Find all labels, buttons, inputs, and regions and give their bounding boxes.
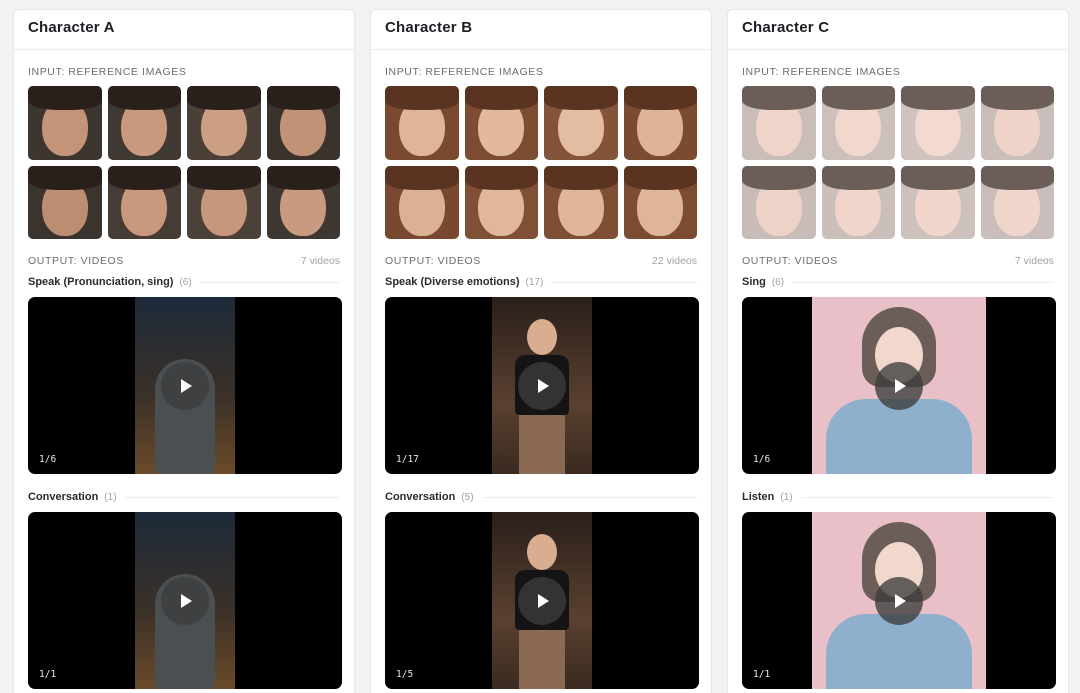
video-player[interactable]: 1/6 xyxy=(742,297,1056,474)
reference-image[interactable] xyxy=(28,86,102,160)
play-button[interactable] xyxy=(518,576,566,625)
video-counter: 1/6 xyxy=(39,454,57,465)
reference-image[interactable] xyxy=(28,165,102,239)
play-button[interactable] xyxy=(161,576,209,625)
play-button[interactable] xyxy=(161,361,209,410)
category-name: Speak (Diverse emotions) xyxy=(385,276,520,288)
reference-image[interactable] xyxy=(266,86,340,160)
video-subject xyxy=(826,399,972,474)
reference-images xyxy=(28,86,342,239)
category-count: (1) xyxy=(104,491,117,503)
video-category-header: Speak (Diverse emotions) (17) xyxy=(385,274,697,290)
card-title: Character A xyxy=(28,19,115,36)
reference-image[interactable] xyxy=(742,86,816,160)
reference-image[interactable] xyxy=(464,86,538,160)
card-title: Character B xyxy=(385,19,473,36)
category-name: Listen xyxy=(742,491,775,503)
reference-image[interactable] xyxy=(623,86,697,160)
card-title: Character C xyxy=(742,19,830,36)
divider xyxy=(124,496,340,498)
category-count: (6) xyxy=(179,276,192,288)
category-name: Speak (Pronunciation, sing) xyxy=(28,276,174,288)
reference-image[interactable] xyxy=(901,165,975,239)
reference-images xyxy=(742,86,1056,239)
divider xyxy=(199,281,340,283)
card-header: Character B xyxy=(371,10,711,50)
reference-image[interactable] xyxy=(901,86,975,160)
video-category-header: Conversation (5) xyxy=(385,489,697,505)
character-gallery: Character A INPUT: REFERENCE IMAGES OUTP… xyxy=(0,0,1080,693)
video-counter: 1/17 xyxy=(396,454,419,465)
video-subject xyxy=(527,534,557,570)
video-counter: 1/1 xyxy=(39,669,57,680)
reference-image[interactable] xyxy=(821,86,895,160)
reference-images xyxy=(385,86,699,239)
input-section-label: INPUT: REFERENCE IMAGES xyxy=(742,66,901,78)
divider xyxy=(481,496,697,498)
input-section-label: INPUT: REFERENCE IMAGES xyxy=(28,66,187,78)
category-name: Conversation xyxy=(28,491,99,503)
video-counter: 1/1 xyxy=(753,669,771,680)
video-player[interactable]: 1/17 xyxy=(385,297,699,474)
category-count: (5) xyxy=(461,491,474,503)
video-category-header: Speak (Pronunciation, sing) (6) xyxy=(28,274,340,290)
reference-image[interactable] xyxy=(107,86,181,160)
reference-image[interactable] xyxy=(385,165,459,239)
character-card-b: Character B INPUT: REFERENCE IMAGES OUTP… xyxy=(370,9,712,693)
category-count: (6) xyxy=(771,276,785,288)
videos-count: 22 videos xyxy=(652,255,697,267)
divider xyxy=(792,281,1054,283)
divider xyxy=(551,281,697,283)
reference-image[interactable] xyxy=(623,165,697,239)
character-card-a: Character A INPUT: REFERENCE IMAGES OUTP… xyxy=(13,9,355,693)
video-subject xyxy=(519,630,565,689)
output-section-label: OUTPUT: VIDEOS xyxy=(28,255,124,267)
video-category-header: Sing (6) xyxy=(742,274,1054,290)
card-header: Character A xyxy=(14,10,354,50)
video-subject xyxy=(826,614,972,689)
video-player[interactable]: 1/1 xyxy=(742,512,1056,689)
videos-count: 7 videos xyxy=(300,255,340,267)
videos-count: 7 videos xyxy=(1014,255,1054,267)
reference-image[interactable] xyxy=(107,165,181,239)
play-button[interactable] xyxy=(875,361,923,410)
output-section-label: OUTPUT: VIDEOS xyxy=(742,255,838,267)
reference-image[interactable] xyxy=(266,165,340,239)
reference-image[interactable] xyxy=(464,165,538,239)
input-section-label: INPUT: REFERENCE IMAGES xyxy=(385,66,544,78)
video-subject xyxy=(519,415,565,474)
reference-image[interactable] xyxy=(980,165,1054,239)
reference-image[interactable] xyxy=(385,86,459,160)
card-header: Character C xyxy=(728,10,1068,50)
video-player[interactable]: 1/5 xyxy=(385,512,699,689)
video-player[interactable]: 1/6 xyxy=(28,297,342,474)
character-card-c: Character C INPUT: REFERENCE IMAGES OUTP… xyxy=(727,9,1069,693)
play-button[interactable] xyxy=(518,361,566,410)
divider xyxy=(800,496,1054,498)
video-subject xyxy=(527,319,557,355)
reference-image[interactable] xyxy=(980,86,1054,160)
category-count: (1) xyxy=(780,491,793,503)
category-count: (17) xyxy=(525,276,544,288)
output-section-label: OUTPUT: VIDEOS xyxy=(385,255,481,267)
reference-image[interactable] xyxy=(187,165,261,239)
video-counter: 1/6 xyxy=(753,454,771,465)
play-button[interactable] xyxy=(875,576,923,625)
category-name: Conversation xyxy=(385,491,456,503)
reference-image[interactable] xyxy=(742,165,816,239)
video-category-header: Listen (1) xyxy=(742,489,1054,505)
reference-image[interactable] xyxy=(544,86,618,160)
video-counter: 1/5 xyxy=(396,669,414,680)
category-name: Sing xyxy=(742,276,766,288)
video-category-header: Conversation (1) xyxy=(28,489,340,505)
reference-image[interactable] xyxy=(544,165,618,239)
video-player[interactable]: 1/1 xyxy=(28,512,342,689)
reference-image[interactable] xyxy=(187,86,261,160)
reference-image[interactable] xyxy=(821,165,895,239)
